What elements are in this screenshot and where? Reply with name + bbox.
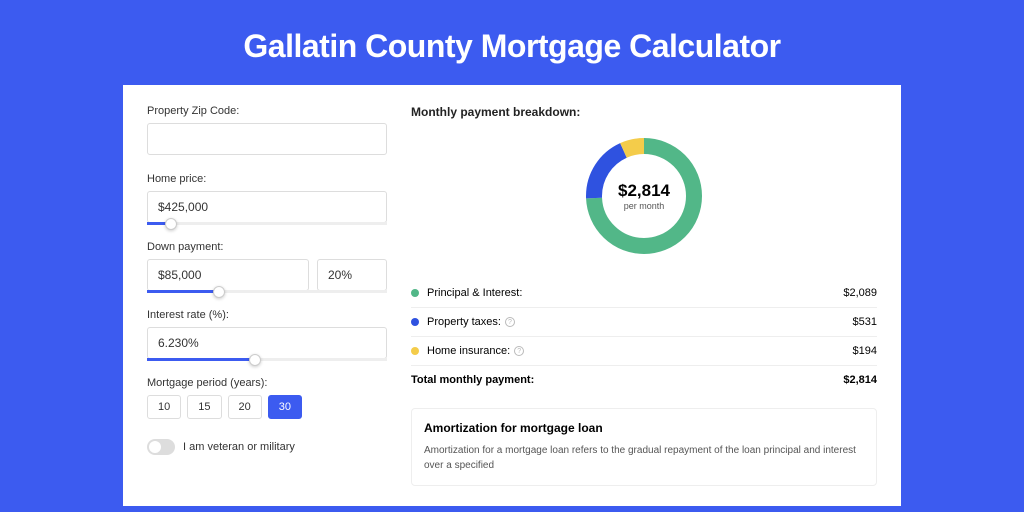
rate-input[interactable] xyxy=(147,327,387,359)
downpayment-input[interactable] xyxy=(147,259,309,291)
legend-label: Property taxes:? xyxy=(427,316,853,328)
period-button-10[interactable]: 10 xyxy=(147,395,181,419)
total-value: $2,814 xyxy=(843,374,877,386)
calculator-panel: Property Zip Code: Home price: Down paym… xyxy=(123,85,901,506)
donut-value: $2,814 xyxy=(618,181,670,201)
period-buttons: 1015 2030 xyxy=(147,395,387,419)
zip-field: Property Zip Code: xyxy=(147,105,387,157)
downpayment-pct-input[interactable] xyxy=(317,259,387,291)
legend-row-1: Property taxes:?$531 xyxy=(411,308,877,337)
zip-label: Property Zip Code: xyxy=(147,105,387,117)
period-button-30[interactable]: 30 xyxy=(268,395,302,419)
legend-value: $531 xyxy=(853,316,877,328)
legend-row-2: Home insurance:?$194 xyxy=(411,337,877,366)
amortization-box: Amortization for mortgage loan Amortizat… xyxy=(411,408,877,486)
breakdown-column: Monthly payment breakdown: $2,814 per mo… xyxy=(411,105,877,486)
info-icon[interactable]: ? xyxy=(514,346,524,356)
rate-label: Interest rate (%): xyxy=(147,309,387,321)
page-title: Gallatin County Mortgage Calculator xyxy=(0,0,1024,85)
legend-label: Principal & Interest: xyxy=(427,287,843,299)
donut-sub: per month xyxy=(624,201,665,211)
period-label: Mortgage period (years): xyxy=(147,377,387,389)
homeprice-slider-thumb[interactable] xyxy=(165,218,177,230)
rate-field: Interest rate (%): xyxy=(147,309,387,361)
legend-row-total: Total monthly payment:$2,814 xyxy=(411,366,877,394)
rate-slider[interactable] xyxy=(147,358,387,361)
breakdown-title: Monthly payment breakdown: xyxy=(411,105,877,119)
downpayment-slider-fill xyxy=(147,290,219,293)
downpayment-slider[interactable] xyxy=(147,290,387,293)
legend-dot-icon xyxy=(411,318,419,326)
homeprice-label: Home price: xyxy=(147,173,387,185)
homeprice-input[interactable] xyxy=(147,191,387,223)
donut-center: $2,814 per month xyxy=(579,131,709,261)
rate-slider-fill xyxy=(147,358,255,361)
amortization-text: Amortization for a mortgage loan refers … xyxy=(424,443,864,473)
period-field: Mortgage period (years): 1015 2030 xyxy=(147,377,387,419)
homeprice-slider[interactable] xyxy=(147,222,387,225)
legend-value: $2,089 xyxy=(843,287,877,299)
legend-label: Home insurance:? xyxy=(427,345,853,357)
period-button-15[interactable]: 15 xyxy=(187,395,221,419)
veteran-toggle[interactable] xyxy=(147,439,175,455)
downpayment-slider-thumb[interactable] xyxy=(213,286,225,298)
legend-value: $194 xyxy=(853,345,877,357)
donut-chart: $2,814 per month xyxy=(579,131,709,261)
legend: Principal & Interest:$2,089Property taxe… xyxy=(411,279,877,394)
period-button-20[interactable]: 20 xyxy=(228,395,262,419)
legend-dot-icon xyxy=(411,347,419,355)
total-label: Total monthly payment: xyxy=(411,374,843,386)
amortization-title: Amortization for mortgage loan xyxy=(424,421,864,435)
panel-wrap: Property Zip Code: Home price: Down paym… xyxy=(117,85,907,512)
downpayment-field: Down payment: xyxy=(147,241,387,293)
info-icon[interactable]: ? xyxy=(505,317,515,327)
homeprice-field: Home price: xyxy=(147,173,387,225)
form-column: Property Zip Code: Home price: Down paym… xyxy=(147,105,387,486)
downpayment-label: Down payment: xyxy=(147,241,387,253)
legend-dot-icon xyxy=(411,289,419,297)
veteran-row: I am veteran or military xyxy=(147,439,387,455)
veteran-label: I am veteran or military xyxy=(183,441,295,453)
legend-row-0: Principal & Interest:$2,089 xyxy=(411,279,877,308)
rate-slider-thumb[interactable] xyxy=(249,354,261,366)
donut-wrap: $2,814 per month xyxy=(411,131,877,261)
zip-input[interactable] xyxy=(147,123,387,155)
